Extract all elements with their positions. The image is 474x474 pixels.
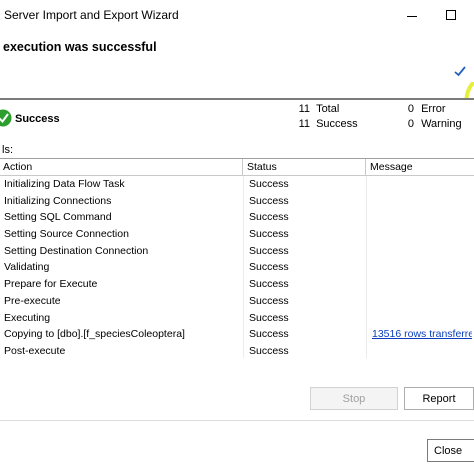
status-cell: Success xyxy=(249,194,289,207)
success-count: 11 xyxy=(298,118,310,130)
table-row[interactable]: Setting SQL Command Success xyxy=(0,209,474,226)
action-cell: Initializing Data Flow Task xyxy=(4,178,125,190)
message-cell xyxy=(372,310,472,327)
warning-count: 0 xyxy=(407,118,414,130)
message-cell xyxy=(372,343,472,360)
wizard-header: execution was successful xyxy=(0,30,474,122)
table-row[interactable]: Executing Success xyxy=(0,310,474,327)
action-cell: Validating xyxy=(4,261,50,274)
message-cell xyxy=(372,276,472,293)
table-row[interactable]: Validating Success xyxy=(0,259,474,276)
status-cell: Success xyxy=(249,278,289,291)
minimize-icon xyxy=(407,15,417,17)
status-cell: Success xyxy=(249,328,289,341)
action-cell: Setting Source Connection xyxy=(4,228,129,241)
details-label: ls: xyxy=(2,144,13,156)
message-cell xyxy=(372,259,472,276)
status-cell: Success xyxy=(249,178,289,190)
message-cell xyxy=(372,209,472,226)
action-cell: Executing xyxy=(4,311,51,324)
total-stat: 11 Total xyxy=(296,103,340,115)
column-header-message[interactable]: Message xyxy=(366,159,474,175)
status-cell: Success xyxy=(249,211,289,224)
success-stat: 11 Success xyxy=(296,118,358,130)
column-header-status[interactable]: Status xyxy=(243,159,366,175)
stop-button[interactable]: Stop xyxy=(310,387,398,410)
close-button[interactable]: Close xyxy=(427,439,474,462)
action-cell: Copying to [dbo].[f_speciesColeoptera] xyxy=(4,328,185,341)
status-cell: Success xyxy=(249,294,289,307)
error-stat: 0 Error xyxy=(400,103,446,115)
success-label: Success xyxy=(316,118,358,130)
message-cell xyxy=(372,243,472,260)
table-row[interactable]: Post-execute Success xyxy=(0,343,474,360)
message-cell xyxy=(372,176,472,193)
action-cell: Post-execute xyxy=(4,344,66,357)
message-cell: 13516 rows transferred xyxy=(372,326,472,343)
summary-status: Success xyxy=(15,113,60,125)
details-table[interactable]: Action Status Message Initializing Data … xyxy=(0,158,474,358)
status-cell: Success xyxy=(249,244,289,257)
error-count: 0 xyxy=(407,103,414,115)
table-row[interactable]: Initializing Connections Success xyxy=(0,193,474,210)
header-title: execution was successful xyxy=(3,40,157,54)
title-bar: Server Import and Export Wizard xyxy=(0,0,474,30)
error-label: Error xyxy=(421,103,446,115)
status-cell: Success xyxy=(249,228,289,241)
report-button[interactable]: Report xyxy=(404,387,474,410)
checkmark-icon xyxy=(454,66,466,77)
table-row[interactable]: Initializing Data Flow Task Success xyxy=(0,176,474,193)
table-row[interactable]: Prepare for Execute Success xyxy=(0,276,474,293)
table-row[interactable]: Setting Destination Connection Success xyxy=(0,243,474,260)
window-title: Server Import and Export Wizard xyxy=(4,8,179,22)
total-label: Total xyxy=(316,103,340,115)
table-row[interactable]: Setting Source Connection Success xyxy=(0,226,474,243)
maximize-button[interactable] xyxy=(434,0,468,30)
rows-transferred-link[interactable]: 13516 rows transferred xyxy=(372,328,472,340)
maximize-icon xyxy=(446,10,456,20)
status-cell: Success xyxy=(249,261,289,274)
footer-divider xyxy=(0,420,474,421)
minimize-button[interactable] xyxy=(395,0,429,30)
total-count: 11 xyxy=(298,103,310,115)
warning-stat: 0 Warning xyxy=(400,118,462,130)
message-cell xyxy=(372,226,472,243)
action-cell: Pre-execute xyxy=(4,294,61,307)
message-cell xyxy=(372,193,472,210)
table-row[interactable]: Copying to [dbo].[f_speciesColeoptera] S… xyxy=(0,326,474,343)
success-icon xyxy=(0,109,12,127)
status-cell: Success xyxy=(249,311,289,324)
column-header-action[interactable]: Action xyxy=(0,159,243,175)
table-body: Initializing Data Flow Task Success Init… xyxy=(0,176,474,360)
status-cell: Success xyxy=(249,344,289,357)
action-cell: Prepare for Execute xyxy=(4,278,98,291)
table-row[interactable]: Pre-execute Success xyxy=(0,293,474,310)
action-cell: Initializing Connections xyxy=(4,194,112,207)
action-cell: Setting Destination Connection xyxy=(4,244,149,257)
table-header: Action Status Message xyxy=(0,159,474,176)
action-cell: Setting SQL Command xyxy=(4,211,112,224)
warning-label: Warning xyxy=(421,118,462,130)
message-cell xyxy=(372,293,472,310)
summary-panel: Success 11 Total 11 Success 0 Error 0 Wa… xyxy=(0,100,474,140)
